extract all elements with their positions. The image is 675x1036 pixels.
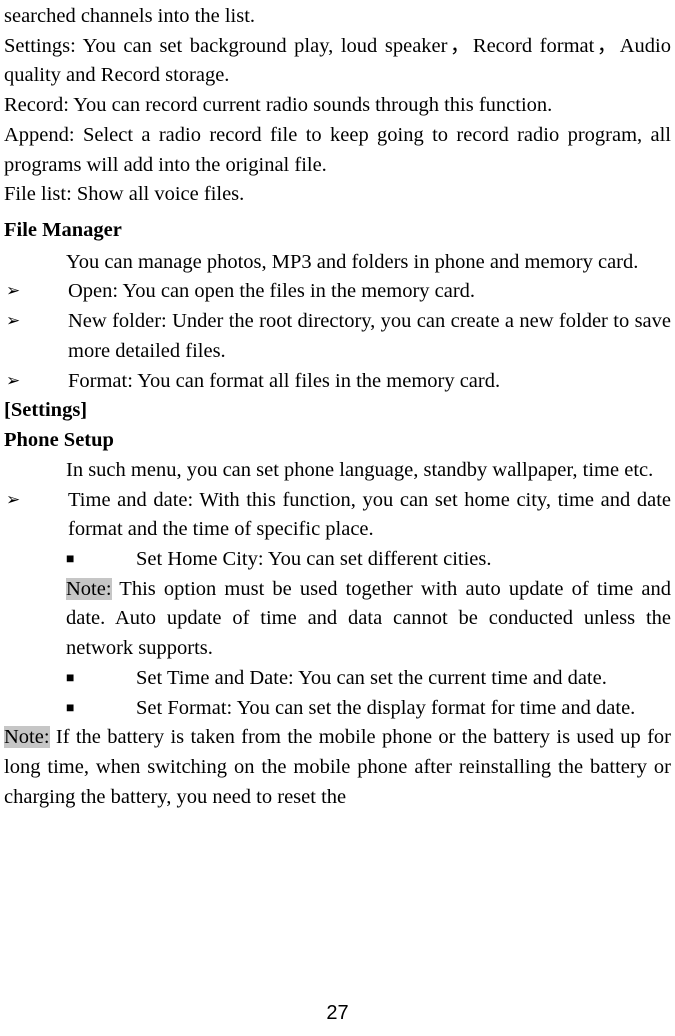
list-item: ➢ Time and date: With this function, you…	[4, 486, 671, 545]
intro-line-4: Append: Select a radio record file to ke…	[4, 121, 671, 180]
sub-list-item: ■ Set Home City: You can set different c…	[4, 545, 671, 575]
note-label: Note:	[4, 726, 50, 748]
list-item: ➢ Open: You can open the files in the me…	[4, 277, 671, 307]
file-manager-intro: You can manage photos, MP3 and folders i…	[4, 248, 671, 278]
intro-line-5: File list: Show all voice files.	[4, 180, 671, 210]
square-bullet-icon: ■	[66, 545, 136, 575]
file-manager-heading: File Manager	[4, 216, 671, 246]
intro-line-1: searched channels into the list.	[4, 2, 671, 32]
square-bullet-icon: ■	[66, 694, 136, 724]
list-item: ➢ Format: You can format all files in th…	[4, 367, 671, 397]
settings-heading: [Settings]	[4, 396, 671, 426]
arrow-bullet-icon: ➢	[4, 367, 68, 397]
arrow-bullet-icon: ➢	[4, 307, 68, 366]
phone-setup-intro: In such menu, you can set phone language…	[4, 456, 671, 486]
list-item-text: Open: You can open the files in the memo…	[68, 277, 671, 307]
page-number: 27	[0, 999, 675, 1028]
square-bullet-icon: ■	[66, 664, 136, 694]
list-item-text: Format: You can format all files in the …	[68, 367, 671, 397]
note-text: If the battery is taken from the mobile …	[4, 726, 671, 807]
arrow-bullet-icon: ➢	[4, 277, 68, 307]
file-manager-list: ➢ Open: You can open the files in the me…	[4, 277, 671, 396]
arrow-bullet-icon: ➢	[4, 486, 68, 545]
sub-list-item-text: Set Format: You can set the display form…	[136, 694, 671, 724]
battery-note: Note: If the battery is taken from the m…	[4, 723, 671, 812]
note-row: Note: This option must be used together …	[4, 575, 671, 664]
list-item-text: Time and date: With this function, you c…	[68, 486, 671, 545]
note-label: Note:	[66, 578, 112, 600]
intro-line-2: Settings: You can set background play, l…	[4, 32, 671, 91]
list-item-text: New folder: Under the root directory, yo…	[68, 307, 671, 366]
sub-list-item: ■ Set Time and Date: You can set the cur…	[4, 664, 671, 694]
sub-list-item-text: Set Home City: You can set different cit…	[136, 545, 671, 575]
sub-list-item-text: Set Time and Date: You can set the curre…	[136, 664, 671, 694]
list-item: ➢ New folder: Under the root directory, …	[4, 307, 671, 366]
note-text: This option must be used together with a…	[66, 578, 671, 659]
phone-setup-heading: Phone Setup	[4, 426, 671, 456]
sub-list-item: ■ Set Format: You can set the display fo…	[4, 694, 671, 724]
document-page: searched channels into the list. Setting…	[0, 0, 675, 1036]
intro-line-3: Record: You can record current radio sou…	[4, 91, 671, 121]
phone-setup-list: ➢ Time and date: With this function, you…	[4, 486, 671, 724]
